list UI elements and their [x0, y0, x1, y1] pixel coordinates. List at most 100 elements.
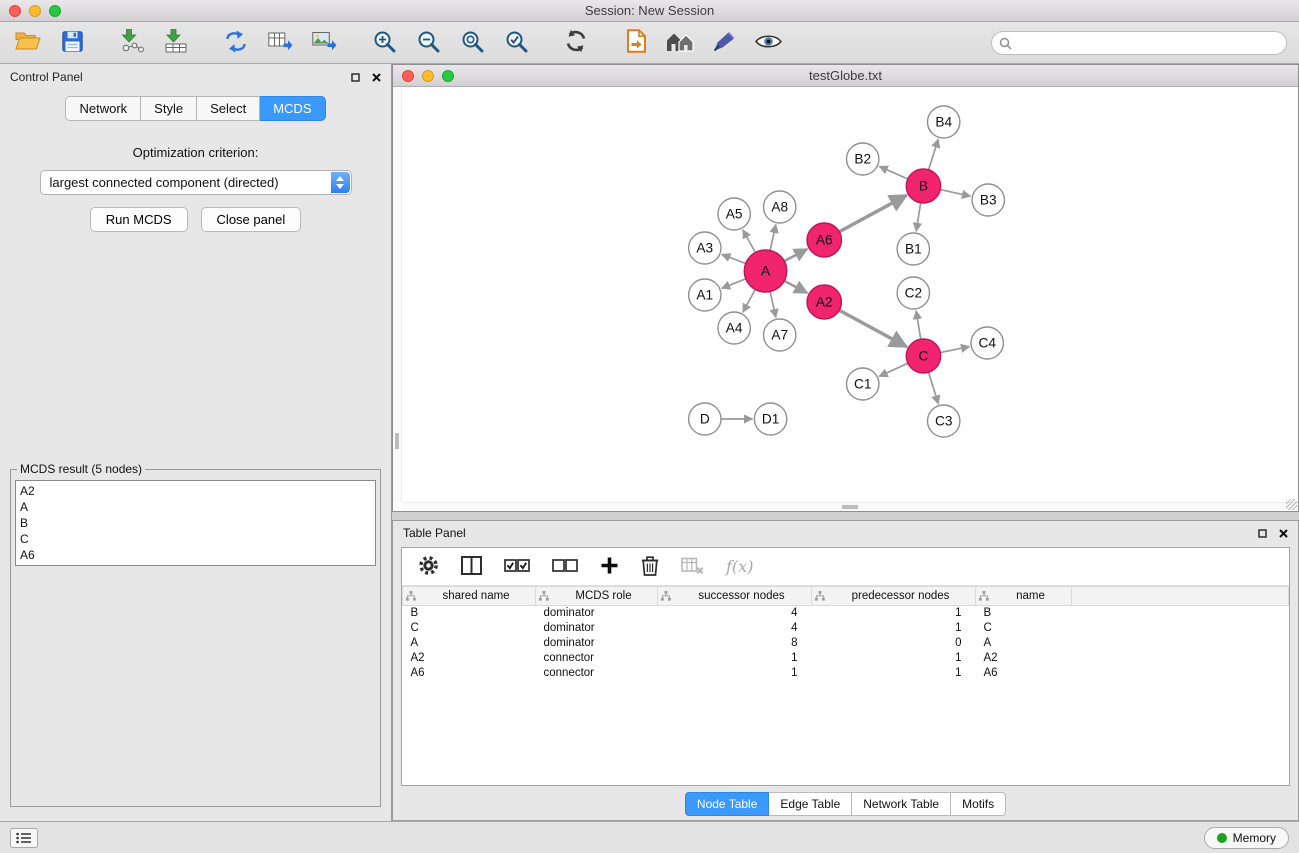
show-graphics-details-button[interactable] — [752, 27, 784, 59]
export-table-button[interactable] — [264, 27, 296, 59]
tab-style[interactable]: Style — [141, 96, 197, 121]
mcds-result-item[interactable]: C — [20, 531, 371, 547]
edge-C-C3[interactable] — [929, 372, 939, 404]
column-header-mcds-role[interactable]: MCDS role — [536, 587, 658, 606]
node-A2[interactable]: A2 — [807, 285, 841, 319]
edge-B-B3[interactable] — [940, 190, 970, 197]
edge-A-A3[interactable] — [722, 254, 746, 263]
deselect-all-rows-button[interactable] — [552, 558, 578, 576]
node-B3[interactable]: B3 — [972, 184, 1004, 216]
node-B1[interactable]: B1 — [897, 233, 929, 265]
open-session-button[interactable] — [12, 27, 44, 59]
column-visibility-button[interactable] — [461, 556, 482, 578]
node-B4[interactable]: B4 — [927, 106, 959, 138]
mcds-result-item[interactable]: B — [20, 515, 371, 531]
node-A7[interactable]: A7 — [764, 319, 796, 351]
close-panel-icon[interactable] — [372, 73, 381, 82]
memory-button[interactable]: Memory — [1204, 827, 1289, 849]
apply-preferred-layout-button[interactable] — [560, 27, 592, 59]
node-B2[interactable]: B2 — [847, 143, 879, 175]
float-table-panel-icon[interactable] — [1258, 529, 1267, 538]
search-input[interactable] — [991, 31, 1287, 55]
node-A1[interactable]: A1 — [689, 279, 721, 311]
column-header-name[interactable]: name — [976, 587, 1072, 606]
resize-grip[interactable] — [1286, 499, 1297, 510]
criterion-dropdown[interactable]: largest connected component (directed) — [40, 170, 352, 195]
network-left-gutter[interactable] — [393, 87, 402, 502]
edge-C-C1[interactable] — [879, 363, 908, 376]
network-canvas-area[interactable]: AA6A2BCA1A3A4A5A7A8B1B2B3B4C1C2C3C4DD1 — [393, 87, 1298, 511]
node-A6[interactable]: A6 — [807, 223, 841, 257]
node-A5[interactable]: A5 — [718, 198, 750, 230]
edge-A-A7[interactable] — [770, 292, 776, 318]
zoom-out-button[interactable] — [412, 27, 444, 59]
edge-A6-B[interactable] — [839, 195, 906, 232]
function-builder-button[interactable]: f(x) — [726, 557, 753, 576]
table-row[interactable]: A2connector11A2 — [403, 651, 1289, 666]
node-D[interactable]: D — [689, 403, 721, 435]
node-C1[interactable]: C1 — [847, 368, 879, 400]
edge-A-A1[interactable] — [722, 279, 746, 289]
zoom-in-button[interactable] — [368, 27, 400, 59]
edge-A-A6[interactable] — [784, 249, 807, 261]
table-row[interactable]: A6connector11A6 — [403, 666, 1289, 681]
import-network-from-database-button[interactable] — [620, 27, 652, 59]
edge-B-B1[interactable] — [916, 203, 921, 231]
edge-A-A8[interactable] — [770, 225, 776, 251]
network-minimize-button[interactable] — [422, 70, 434, 82]
tab-mcds[interactable]: MCDS — [260, 96, 325, 121]
home-button[interactable] — [664, 27, 696, 59]
tab-edge-table[interactable]: Edge Table — [769, 792, 852, 816]
edge-C-C2[interactable] — [916, 311, 921, 339]
node-C2[interactable]: C2 — [897, 277, 929, 309]
edge-B-B2[interactable] — [879, 166, 907, 179]
minimize-window-button[interactable] — [29, 5, 41, 17]
close-panel-button[interactable]: Close panel — [201, 207, 302, 232]
node-A[interactable]: A — [744, 250, 787, 292]
float-panel-icon[interactable] — [351, 73, 360, 82]
column-header-shared-name[interactable]: shared name — [403, 587, 536, 606]
column-header-predecessor-nodes[interactable]: predecessor nodes — [812, 587, 976, 606]
table-mode-button[interactable] — [418, 555, 439, 579]
network-close-button[interactable] — [402, 70, 414, 82]
run-mcds-button[interactable]: Run MCDS — [90, 207, 188, 232]
tab-motifs[interactable]: Motifs — [951, 792, 1006, 816]
node-C[interactable]: C — [906, 339, 940, 373]
export-image-button[interactable] — [308, 27, 340, 59]
close-table-panel-icon[interactable] — [1279, 529, 1288, 538]
tab-select[interactable]: Select — [197, 96, 260, 121]
zoom-window-button[interactable] — [49, 5, 61, 17]
import-table-from-file-button[interactable] — [160, 27, 192, 59]
tab-network[interactable]: Network — [65, 96, 141, 121]
edge-C-C4[interactable] — [940, 347, 969, 353]
network-zoom-button[interactable] — [442, 70, 454, 82]
mcds-result-list[interactable]: A2ABCA6 — [15, 480, 376, 566]
table-row[interactable]: Adominator80A — [403, 636, 1289, 651]
edge-A-A5[interactable] — [743, 230, 756, 253]
import-network-from-file-button[interactable] — [116, 27, 148, 59]
edge-A-A4[interactable] — [743, 289, 756, 312]
delete-columns-button[interactable] — [641, 555, 659, 579]
tab-network-table[interactable]: Network Table — [852, 792, 951, 816]
node-C3[interactable]: C3 — [927, 405, 959, 437]
zoom-selected-button[interactable] — [500, 27, 532, 59]
edge-B-B4[interactable] — [929, 139, 939, 170]
mcds-result-item[interactable]: A — [20, 499, 371, 515]
zoom-fit-button[interactable] — [456, 27, 488, 59]
tab-node-table[interactable]: Node Table — [685, 792, 770, 816]
node-D1[interactable]: D1 — [754, 403, 786, 435]
node-C4[interactable]: C4 — [971, 327, 1003, 359]
table-row[interactable]: Bdominator41B — [403, 606, 1289, 621]
create-column-button[interactable] — [600, 556, 619, 578]
mcds-result-item[interactable]: A2 — [20, 483, 371, 499]
save-session-button[interactable] — [56, 27, 88, 59]
style-pen-button[interactable] — [708, 27, 740, 59]
table-row[interactable]: Cdominator41C — [403, 621, 1289, 636]
edge-A2-C[interactable] — [839, 310, 906, 347]
mcds-result-item[interactable]: A6 — [20, 547, 371, 563]
node-B[interactable]: B — [906, 169, 940, 203]
edge-A-A2[interactable] — [784, 281, 807, 293]
select-all-rows-button[interactable] — [504, 558, 530, 576]
node-A4[interactable]: A4 — [718, 312, 750, 344]
column-header-successor-nodes[interactable]: successor nodes — [658, 587, 812, 606]
